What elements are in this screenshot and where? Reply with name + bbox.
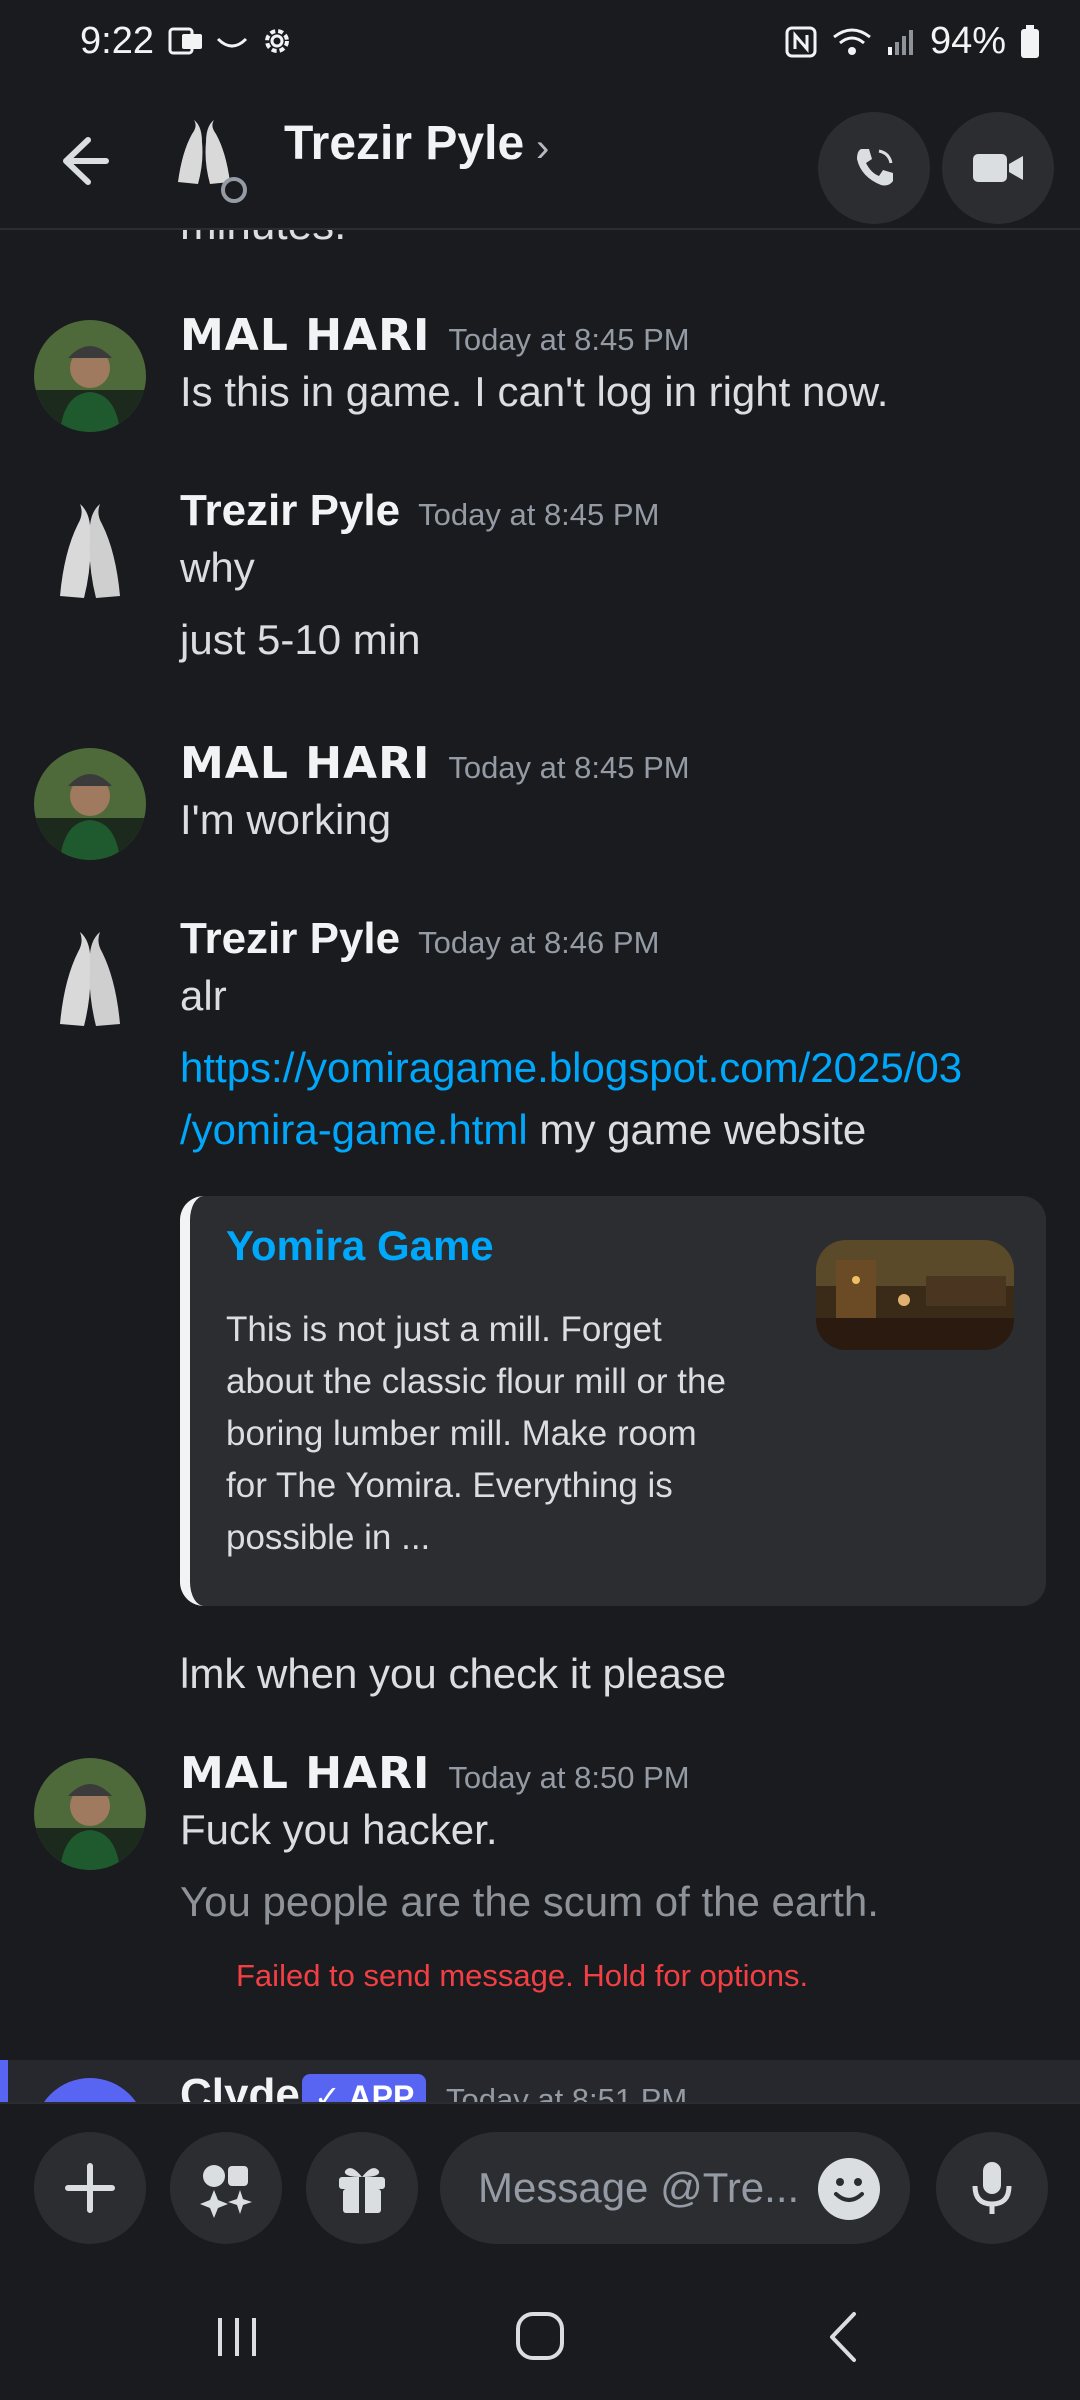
message-text: Is this in game. I can't log in right no… xyxy=(180,368,889,415)
system-nav-bar xyxy=(0,2270,1080,2400)
message-timestamp: Today at 8:51 PM xyxy=(446,2082,688,2102)
recent-apps-icon[interactable] xyxy=(212,2312,262,2362)
battery-icon xyxy=(1021,24,1039,58)
message-list[interactable]: minutes. MAL HARIToday at 8:45 PM Is thi… xyxy=(0,230,1080,2102)
emoji-button[interactable] xyxy=(818,2158,880,2220)
avatar[interactable] xyxy=(34,1758,146,1870)
message-timestamp: Today at 8:45 PM xyxy=(418,497,660,532)
chat-header: Trezir Pyle › xyxy=(0,92,1080,230)
embed-thumbnail[interactable] xyxy=(816,1240,1014,1350)
message-link-line: https://yomiragame.blogspot.com/2025/03 xyxy=(180,1044,962,1092)
wifi-icon xyxy=(833,28,871,55)
highlight-bar xyxy=(0,2060,8,2102)
outlook-icon xyxy=(168,27,202,55)
message-author[interactable]: MAL HARI Today at 8:45 PM xyxy=(180,738,690,789)
website-link[interactable]: /yomira-game.html xyxy=(180,1106,528,1153)
avatar[interactable] xyxy=(34,924,146,1036)
header-title[interactable]: Trezir Pyle xyxy=(284,116,524,171)
apps-sparkle-icon xyxy=(200,2165,252,2218)
message-link-line: /yomira-game.html my game website xyxy=(180,1106,866,1154)
gift-icon xyxy=(339,2168,385,2213)
message-author[interactable]: Trezir Pyle Today at 8:45 PM xyxy=(180,486,659,536)
video-call-button[interactable] xyxy=(942,112,1054,224)
clyde-avatar[interactable] xyxy=(34,2078,146,2102)
link-embed[interactable]: Yomira Game This is not just a mill. For… xyxy=(180,1196,1046,1606)
header-avatar[interactable] xyxy=(158,112,250,204)
clyde-message[interactable]: Clyde ✓ APP Today at 8:51 PM xyxy=(0,2060,1080,2102)
embed-description: This is not just a mill. Forget about th… xyxy=(226,1310,726,1557)
message-author[interactable]: Clyde xyxy=(180,2070,300,2102)
message-author[interactable]: MAL HARI Today at 8:50 PM xyxy=(180,1748,690,1799)
phone-icon xyxy=(857,149,893,186)
embed-title[interactable]: Yomira Game xyxy=(226,1222,494,1270)
message-text: I'm working xyxy=(180,796,392,843)
message-input[interactable]: Message @Tre... xyxy=(440,2132,910,2244)
back-nav-icon[interactable] xyxy=(820,2310,870,2364)
apps-button[interactable] xyxy=(170,2132,282,2244)
gear-icon xyxy=(265,29,289,53)
status-bar: 9:22 94% xyxy=(0,0,1080,92)
add-attachment-button[interactable] xyxy=(34,2132,146,2244)
message-text: just 5-10 min xyxy=(180,616,421,663)
voice-message-button[interactable] xyxy=(936,2132,1048,2244)
voice-call-button[interactable] xyxy=(818,112,930,224)
avatar[interactable] xyxy=(34,496,146,608)
message-text: why xyxy=(180,544,255,591)
chevron-right-icon[interactable]: › xyxy=(536,126,549,171)
video-camera-icon xyxy=(973,154,1023,182)
send-error[interactable]: Failed to send message. Hold for options… xyxy=(236,1958,808,1994)
back-arrow-icon[interactable] xyxy=(48,126,118,196)
message-timestamp: Today at 8:50 PM xyxy=(448,1760,690,1795)
message-author[interactable]: MAL HARI Today at 8:45 PM xyxy=(180,310,690,361)
message-timestamp: Today at 8:46 PM xyxy=(418,925,660,960)
microphone-icon xyxy=(972,2162,1012,2214)
message-text: Fuck you hacker. xyxy=(180,1806,498,1853)
message-text: lmk when you check it please xyxy=(180,1650,727,1697)
failed-message-text[interactable]: You people are the scum of the earth. xyxy=(180,1878,879,1926)
home-icon[interactable] xyxy=(514,2310,566,2362)
message-timestamp: Today at 8:45 PM xyxy=(448,750,690,785)
notification-icons xyxy=(168,24,294,58)
message-text: my game website xyxy=(527,1106,867,1153)
signal-icon xyxy=(887,29,913,55)
message-author[interactable]: Trezir Pyle Today at 8:46 PM xyxy=(180,914,659,964)
message-timestamp: Today at 8:45 PM xyxy=(448,322,690,357)
status-time: 9:22 xyxy=(80,20,154,62)
status-right: 94% xyxy=(784,20,1040,63)
message-input-placeholder: Message @Tre... xyxy=(478,2164,800,2211)
battery-percent: 94% xyxy=(929,20,1006,62)
app-badge: ✓ APP xyxy=(302,2074,427,2102)
avatar[interactable] xyxy=(34,320,146,432)
website-link[interactable]: https://yomiragame.blogspot.com/2025/03 xyxy=(180,1044,962,1091)
message-composer: Message @Tre... xyxy=(0,2102,1080,2272)
gift-button[interactable] xyxy=(306,2132,418,2244)
partial-message-text: minutes. xyxy=(180,230,346,250)
avatar[interactable] xyxy=(34,748,146,860)
smile-emoji-icon xyxy=(834,2178,864,2202)
plus-icon xyxy=(65,2163,115,2213)
message-text: alr xyxy=(180,972,227,1019)
nfc-icon xyxy=(785,26,817,57)
smile-arc-icon xyxy=(216,37,248,48)
